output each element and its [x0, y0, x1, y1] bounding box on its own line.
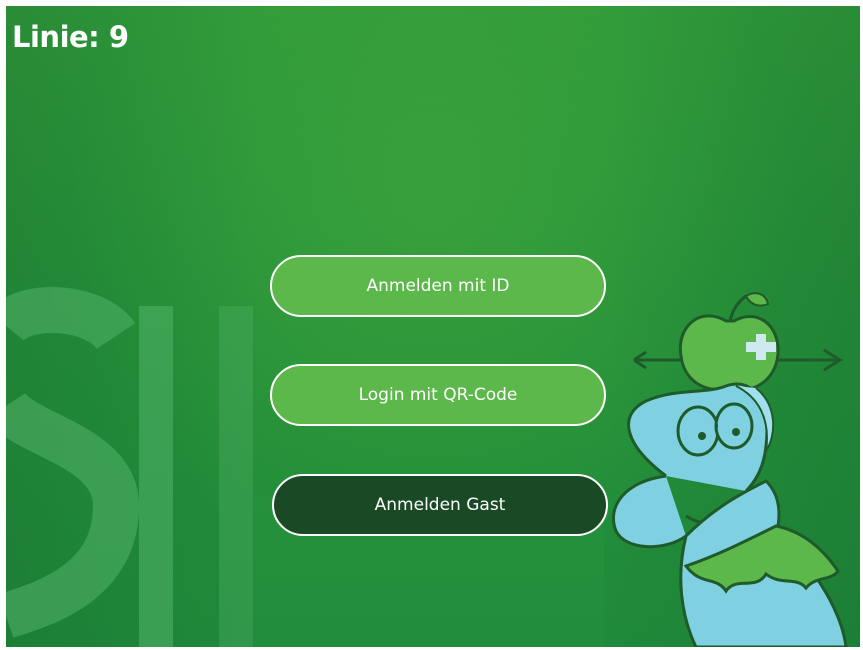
- login-with-qr-code-button[interactable]: Login mit QR-Code: [270, 364, 606, 426]
- kiosk-screen: Linie: 9 Anmelden mit ID Login mit QR-Co…: [6, 6, 860, 647]
- login-with-id-button[interactable]: Anmelden mit ID: [270, 255, 606, 317]
- worm-mascot-icon: [612, 292, 848, 647]
- line-label: Linie: 9: [12, 20, 129, 54]
- login-guest-button[interactable]: Anmelden Gast: [272, 474, 608, 536]
